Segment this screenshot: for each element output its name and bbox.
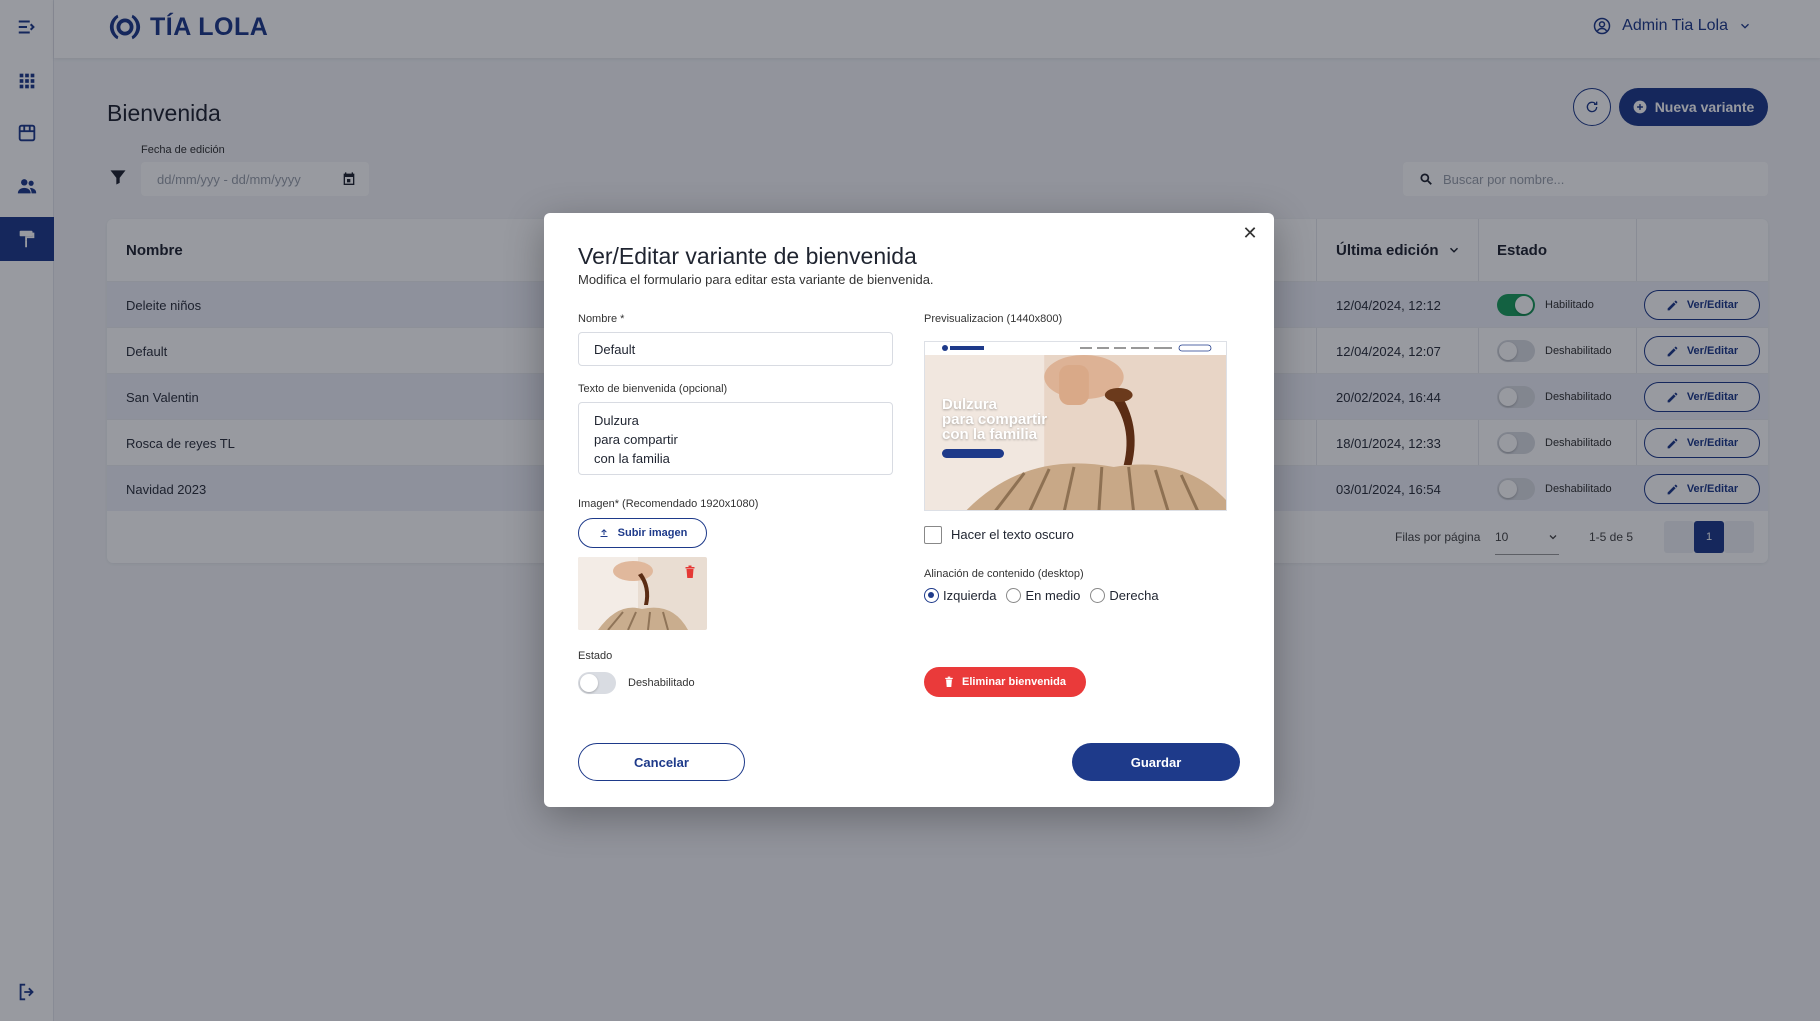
preview-frame: Dulzura para compartir con la familia	[924, 341, 1227, 511]
welcome-text-line: con la familia	[594, 451, 670, 466]
trash-icon	[945, 676, 953, 687]
name-label: Nombre *	[578, 313, 625, 325]
preview-cta-button	[942, 449, 1004, 458]
welcome-text-line: para compartir	[594, 432, 678, 447]
preview-label: Previsualizacion (1440x800)	[924, 313, 1063, 325]
welcome-text-input[interactable]: Dulzura para compartir con la familia	[578, 402, 893, 475]
image-label: Imagen* (Recomendado 1920x1080)	[578, 498, 759, 510]
dark-text-checkbox[interactable]	[924, 526, 942, 544]
preview-text-line: Dulzura	[942, 396, 998, 413]
preview-text-line: para compartir	[942, 411, 1048, 428]
alignment-option-label: Derecha	[1109, 588, 1159, 603]
alignment-label: Alinación de contenido (desktop)	[924, 568, 1084, 580]
upload-icon	[600, 529, 608, 537]
preview-overlay-text: Dulzura para compartir con la familia	[942, 397, 1047, 442]
upload-image-button[interactable]: Subir imagen	[578, 518, 707, 548]
modal-subtitle: Modifica el formulario para editar esta …	[578, 272, 934, 287]
name-input[interactable]: Default	[578, 332, 893, 366]
preview-text-line: con la familia	[942, 426, 1038, 443]
alignment-option-left[interactable]: Izquierda	[924, 588, 996, 603]
state-toggle[interactable]	[578, 672, 616, 694]
state-label: Estado	[578, 650, 613, 662]
dark-text-label: Hacer el texto oscuro	[951, 527, 1074, 542]
alignment-option-label: Izquierda	[943, 588, 997, 603]
state-text: Deshabilitado	[628, 677, 695, 689]
upload-image-label: Subir imagen	[617, 527, 688, 539]
welcome-text-line: Dulzura	[594, 413, 639, 428]
edit-variant-modal: ✕ Ver/Editar variante de bienvenida Modi…	[544, 213, 1274, 807]
alignment-option-label: En medio	[1025, 588, 1081, 603]
save-button[interactable]: Guardar	[1072, 743, 1240, 781]
welcome-text-label: Texto de bienvenida (opcional)	[578, 383, 728, 395]
radio-unselected[interactable]	[1090, 588, 1106, 603]
delete-welcome-label: Eliminar bienvenida	[962, 676, 1066, 688]
delete-welcome-button[interactable]: Eliminar bienvenida	[924, 667, 1086, 697]
radio-selected[interactable]	[924, 588, 939, 603]
alignment-option-center[interactable]: En medio	[1006, 588, 1080, 603]
radio-unselected[interactable]	[1006, 588, 1022, 603]
alignment-radio-group: Izquierda En medio Derecha	[924, 588, 1169, 603]
close-icon[interactable]: ✕	[1240, 223, 1260, 243]
alignment-option-right[interactable]: Derecha	[1090, 588, 1159, 603]
modal-title: Ver/Editar variante de bienvenida	[578, 243, 917, 269]
cancel-button[interactable]: Cancelar	[578, 743, 745, 781]
preview-navbar	[925, 342, 1226, 355]
delete-image-icon[interactable]	[684, 565, 696, 579]
